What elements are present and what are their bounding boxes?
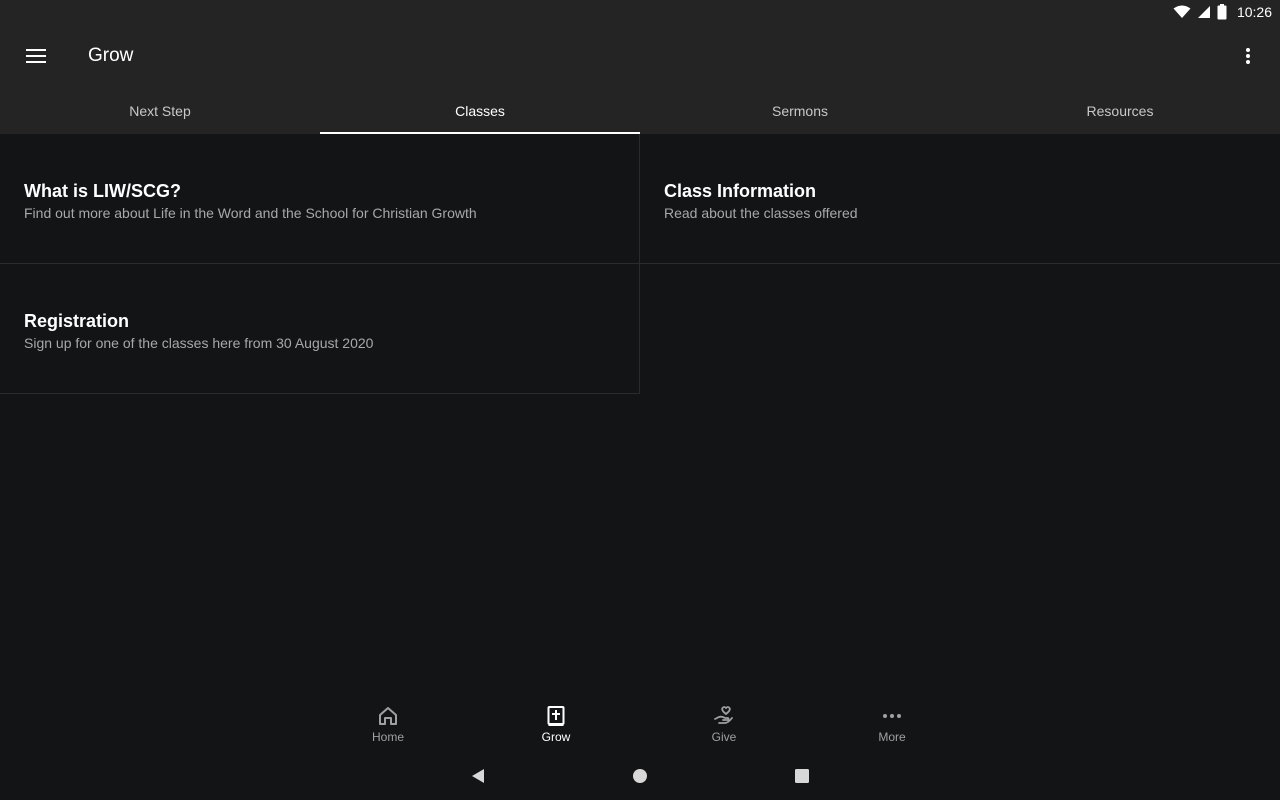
nav-label: Grow bbox=[541, 730, 571, 744]
nav-item-more[interactable]: More bbox=[808, 700, 976, 752]
give-hand-heart-icon bbox=[714, 706, 733, 724]
tab-resources[interactable]: Resources bbox=[960, 88, 1280, 134]
card-subtitle: Sign up for one of the classes here from… bbox=[24, 335, 374, 351]
home-icon bbox=[379, 707, 397, 725]
more-vert-icon bbox=[1246, 48, 1250, 64]
system-back-button[interactable] bbox=[397, 752, 559, 800]
card-subtitle: Find out more about Life in the Word and… bbox=[24, 205, 477, 221]
recents-icon bbox=[795, 769, 809, 783]
card-title: Class Information bbox=[664, 181, 817, 201]
signal-icon bbox=[1197, 6, 1210, 18]
overflow-menu-button[interactable] bbox=[1232, 40, 1264, 72]
hamburger-menu-icon bbox=[26, 49, 46, 63]
card-what-is-liw-scg[interactable]: What is LIW/SCG? Find out more about Lif… bbox=[0, 134, 640, 264]
hamburger-menu-button[interactable] bbox=[0, 24, 72, 88]
nav-item-give[interactable]: Give bbox=[640, 700, 808, 752]
home-circle-icon bbox=[633, 769, 647, 783]
tab-bar: Next Step Classes Sermons Resources bbox=[0, 88, 1280, 134]
nav-label: More bbox=[878, 730, 906, 744]
nav-item-grow[interactable]: Grow bbox=[472, 700, 640, 752]
page-title: Grow bbox=[88, 45, 134, 66]
battery-icon bbox=[1217, 4, 1227, 20]
tab-next-step[interactable]: Next Step bbox=[0, 88, 320, 134]
card-class-information[interactable]: Class Information Read about the classes… bbox=[640, 134, 1280, 264]
system-navigation-bar bbox=[0, 752, 1280, 800]
card-title: What is LIW/SCG? bbox=[24, 181, 181, 201]
status-bar: 10:26 bbox=[0, 0, 1280, 24]
tab-classes[interactable]: Classes bbox=[320, 88, 640, 134]
card-title: Registration bbox=[24, 311, 130, 331]
wifi-icon bbox=[1173, 5, 1191, 18]
nav-label: Home bbox=[371, 730, 404, 744]
nav-label: Give bbox=[711, 730, 737, 744]
bottom-navigation: Home Grow Give More bbox=[0, 700, 1280, 752]
nav-item-home[interactable]: Home bbox=[304, 700, 472, 752]
card-registration[interactable]: Registration Sign up for one of the clas… bbox=[0, 264, 640, 394]
tab-sermons[interactable]: Sermons bbox=[640, 88, 960, 134]
bible-icon bbox=[547, 706, 565, 726]
card-subtitle: Read about the classes offered bbox=[664, 205, 858, 221]
system-home-button[interactable] bbox=[559, 752, 721, 800]
status-time: 10:26 bbox=[1236, 4, 1272, 20]
back-icon bbox=[472, 769, 484, 783]
app-bar: Grow bbox=[0, 24, 1280, 88]
more-horiz-icon bbox=[883, 714, 901, 718]
system-recents-button[interactable] bbox=[721, 752, 883, 800]
